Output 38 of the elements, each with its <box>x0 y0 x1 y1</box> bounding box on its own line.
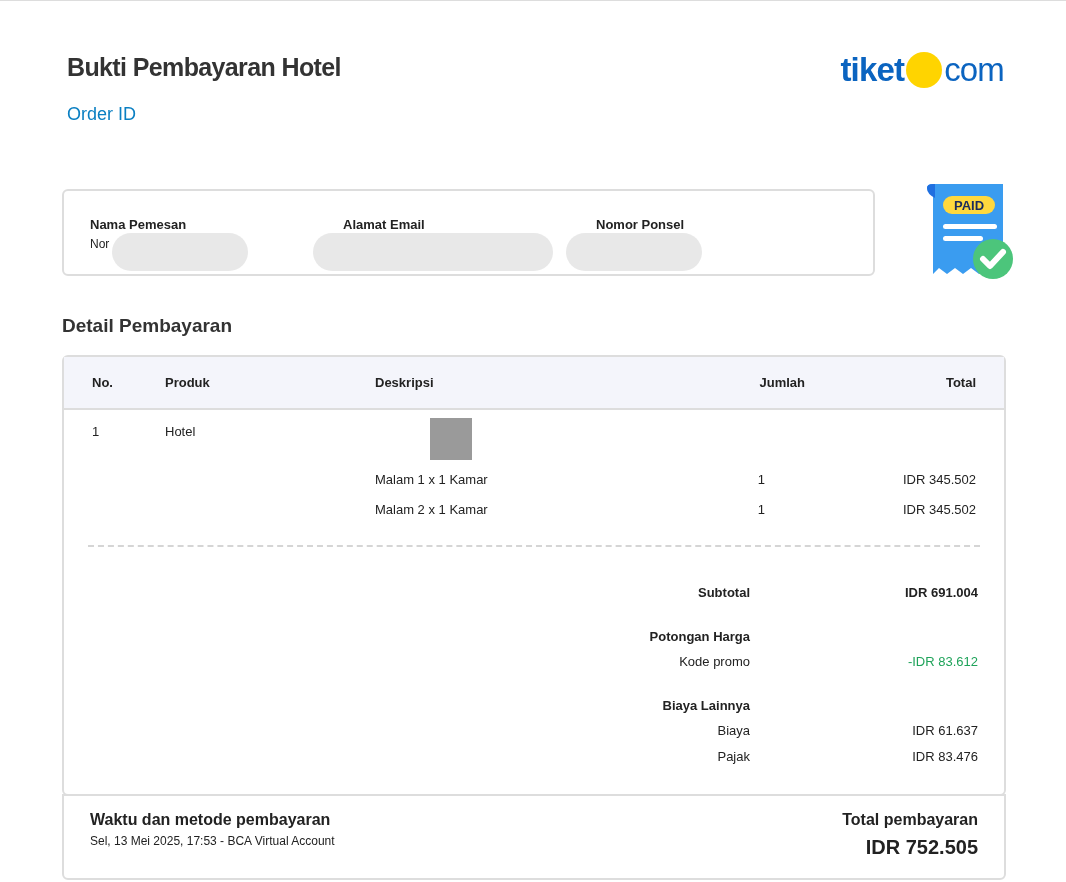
method-detail: Sel, 13 Mei 2025, 17:53 - BCA Virtual Account <box>90 833 335 850</box>
column-header: Produk <box>165 373 211 392</box>
column-header: Total <box>944 373 976 392</box>
total-label: Total pembayaran <box>842 810 978 830</box>
column-header: Deskripsi <box>375 373 435 392</box>
page-title: Bukti Pembayaran Hotel <box>67 52 341 83</box>
summary-value: IDR 691.004 <box>904 584 978 602</box>
field-label: Alamat Email <box>343 216 426 234</box>
column-header: No. <box>92 373 114 392</box>
section-title: Detail Pembayaran <box>62 313 234 338</box>
table-cell-text: 1 <box>756 471 765 489</box>
summary-value: IDR 83.476 <box>911 747 978 766</box>
table-cell-text: Hotel <box>165 423 197 441</box>
table-cell-text: Malam 1 x 1 Kamar <box>375 471 489 489</box>
order-id-label: Order ID <box>67 102 137 126</box>
logo-text: com <box>944 50 1004 90</box>
method-title: Waktu dan metode pembayaran <box>90 810 332 830</box>
summary-label: Subtotal <box>697 584 750 602</box>
field-label: Nama Pemesan <box>90 216 188 234</box>
table-cell-text: Malam 2 x 1 Kamar <box>375 500 489 519</box>
field-value: Nor <box>90 235 111 253</box>
redaction-mark <box>430 418 472 460</box>
summary-value: IDR 61.637 <box>911 722 978 740</box>
table-cell-text: 1 <box>92 423 101 441</box>
summary-label: Pajak <box>716 747 750 766</box>
summary-heading: Biaya Lainnya <box>661 696 750 715</box>
total-value: IDR 752.505 <box>865 835 978 860</box>
summary-label: Kode promo <box>678 653 750 671</box>
dot-icon <box>906 51 943 88</box>
logo-text: tiket <box>840 50 905 90</box>
summary-heading: Potongan Harga <box>648 627 750 646</box>
table-cell-text: 1 <box>756 500 765 519</box>
table-cell-text: IDR 345.502 <box>902 500 976 519</box>
field-label: Nomor Ponsel <box>596 216 686 234</box>
column-header: Jumlah <box>758 373 805 392</box>
summary-label: Biaya <box>716 722 750 740</box>
summary-value: -IDR 83.612 <box>906 653 978 671</box>
table-cell-text: IDR 345.502 <box>902 471 976 489</box>
